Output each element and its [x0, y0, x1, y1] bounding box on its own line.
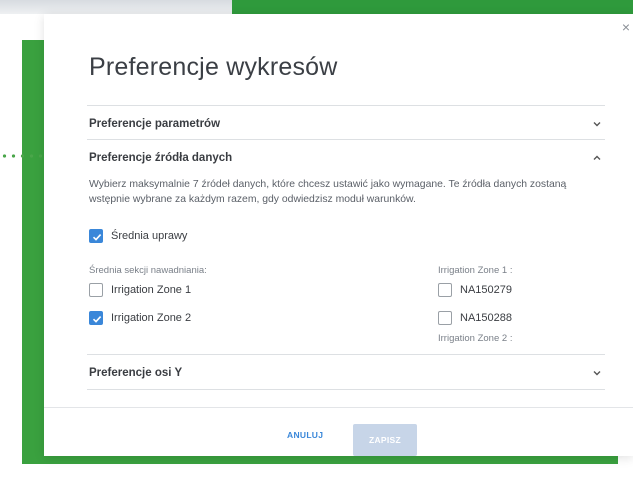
checkbox-label: NA150279 — [460, 284, 512, 296]
chevron-up-icon — [591, 152, 603, 164]
section-label: Preferencje źródła danych — [89, 152, 233, 164]
section-header-parameters[interactable]: Preferencje parametrów — [89, 114, 603, 134]
checkbox-unchecked[interactable] — [89, 283, 103, 297]
section-y-axis-preferences: Preferencje osi Y — [87, 354, 605, 390]
section-label: Preferencje osi Y — [89, 367, 183, 379]
checkbox-label: Irrigation Zone 1 — [111, 284, 192, 296]
checkbox-unchecked[interactable] — [438, 283, 452, 297]
background-gray-panel — [0, 0, 232, 14]
cancel-button[interactable]: ANULUJ — [287, 430, 323, 440]
dialog-title: Preferencje wykresów — [89, 53, 338, 81]
data-source-description: Wybierz maksymalnie 7 źródeł danych, któ… — [89, 179, 567, 205]
dialog-footer: ANULUJ ZAPISZ — [44, 407, 633, 456]
zone-1-heading: Irrigation Zone 1 : — [438, 265, 513, 276]
irrigation-average-heading: Średnia sekcji nawadniania: — [89, 265, 207, 276]
close-icon[interactable]: × — [620, 20, 632, 34]
checkbox-label: Średnia uprawy — [111, 230, 188, 242]
section-label: Preferencje parametrów — [89, 118, 221, 130]
checkbox-na150288[interactable]: NA150288 — [438, 311, 512, 325]
checkbox-irrigation-zone-2[interactable]: Irrigation Zone 2 — [89, 311, 191, 325]
checkbox-na150279[interactable]: NA150279 — [438, 283, 512, 297]
checkbox-checked[interactable] — [89, 311, 103, 325]
checkbox-label: NA150288 — [460, 312, 512, 324]
zone-2-heading: Irrigation Zone 2 : — [438, 333, 513, 344]
section-header-data-source[interactable]: Preferencje źródła danych — [89, 148, 603, 168]
background-green-left — [22, 40, 46, 464]
background-green-bottom — [22, 456, 618, 464]
chevron-down-icon — [591, 118, 603, 130]
chart-preferences-dialog: × Preferencje wykresów Preferencje param… — [44, 14, 633, 456]
section-header-y-axis[interactable]: Preferencje osi Y — [89, 363, 603, 383]
checkbox-crop-average[interactable]: Średnia uprawy — [89, 229, 187, 243]
save-button[interactable]: ZAPISZ — [353, 424, 417, 456]
checkbox-checked[interactable] — [89, 229, 103, 243]
checkbox-label: Irrigation Zone 2 — [111, 312, 192, 324]
chevron-down-icon — [591, 367, 603, 379]
checkbox-unchecked[interactable] — [438, 311, 452, 325]
checkbox-irrigation-zone-1[interactable]: Irrigation Zone 1 — [89, 283, 191, 297]
section-parameter-preferences: Preferencje parametrów — [87, 105, 605, 139]
